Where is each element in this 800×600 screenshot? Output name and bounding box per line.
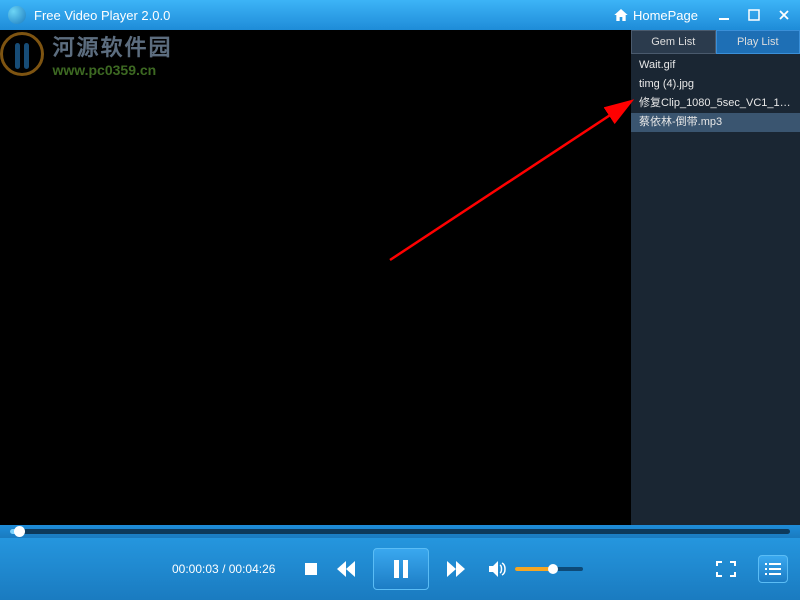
titlebar: Free Video Player 2.0.0 HomePage bbox=[0, 0, 800, 30]
watermark-text: 河源软件园 bbox=[52, 30, 172, 62]
playlist-items: Wait.gif timg (4).jpg 修复Clip_1080_5sec_V… bbox=[631, 54, 800, 525]
volume-icon bbox=[489, 561, 507, 577]
next-button[interactable] bbox=[447, 561, 465, 577]
previous-button[interactable] bbox=[337, 561, 355, 577]
minimize-button[interactable] bbox=[716, 7, 732, 23]
previous-icon bbox=[337, 561, 355, 577]
list-icon bbox=[765, 562, 781, 576]
app-icon bbox=[8, 6, 26, 24]
mute-button[interactable] bbox=[489, 561, 507, 577]
watermark-url: www.pc0359.cn bbox=[52, 62, 172, 78]
watermark: 河源软件园 www.pc0359.cn bbox=[0, 30, 172, 78]
homepage-label: HomePage bbox=[633, 8, 698, 23]
pause-icon bbox=[392, 559, 410, 579]
seekbar[interactable] bbox=[0, 525, 800, 538]
home-icon bbox=[613, 7, 629, 23]
list-item[interactable]: 蔡依林-倒带.mp3 bbox=[631, 113, 800, 132]
fullscreen-icon bbox=[716, 561, 736, 577]
stop-icon bbox=[303, 561, 319, 577]
next-icon bbox=[447, 561, 465, 577]
maximize-button[interactable] bbox=[746, 7, 762, 23]
app-title: Free Video Player 2.0.0 bbox=[34, 8, 170, 23]
volume-thumb[interactable] bbox=[548, 564, 558, 574]
stop-button[interactable] bbox=[303, 561, 319, 577]
homepage-link[interactable]: HomePage bbox=[613, 7, 698, 23]
controlbar: 00:00:03 / 00:04:26 bbox=[0, 538, 800, 600]
close-button[interactable] bbox=[776, 7, 792, 23]
annotation-arrow bbox=[380, 90, 650, 270]
total-time: 00:04:26 bbox=[229, 562, 276, 576]
tab-gem-list[interactable]: Gem List bbox=[631, 30, 716, 54]
pause-button[interactable] bbox=[373, 548, 429, 590]
playlist-panel: Gem List Play List Wait.gif timg (4).jpg… bbox=[631, 30, 800, 525]
time-display: 00:00:03 / 00:04:26 bbox=[172, 562, 275, 576]
list-item[interactable]: timg (4).jpg bbox=[631, 75, 800, 94]
volume-slider[interactable] bbox=[515, 567, 583, 571]
fullscreen-button[interactable] bbox=[716, 561, 736, 577]
tab-play-list[interactable]: Play List bbox=[716, 30, 800, 54]
current-time: 00:00:03 bbox=[172, 562, 219, 576]
video-viewport[interactable]: 河源软件园 www.pc0359.cn bbox=[0, 30, 631, 525]
list-item[interactable]: 修复Clip_1080_5sec_VC1_15... bbox=[631, 94, 800, 113]
playlist-toggle-button[interactable] bbox=[758, 555, 788, 583]
seek-thumb[interactable] bbox=[14, 526, 25, 537]
list-item[interactable]: Wait.gif bbox=[631, 56, 800, 75]
